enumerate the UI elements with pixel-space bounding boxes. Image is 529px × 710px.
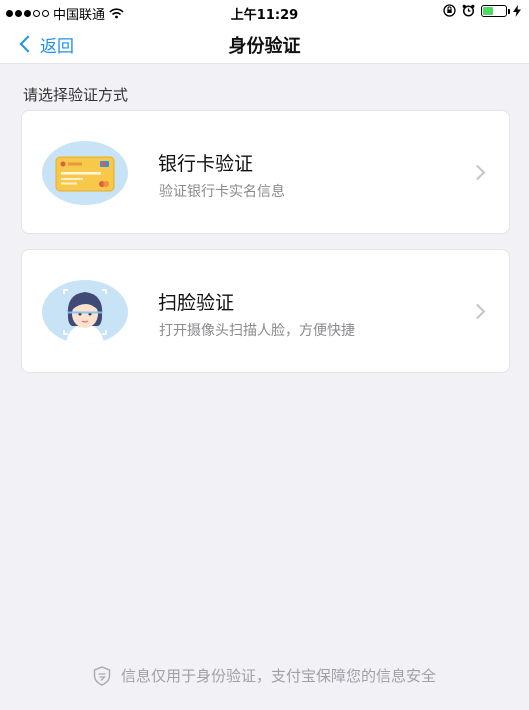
bank-card-icon bbox=[42, 141, 128, 205]
rotation-lock-icon bbox=[443, 4, 456, 17]
option-subtitle: 验证银行卡实名信息 bbox=[159, 184, 285, 200]
security-footer: 信息仅用于身份验证，支付宝保障您的信息安全 bbox=[0, 665, 529, 686]
section-label: 请选择验证方式 bbox=[23, 86, 129, 104]
nav-bar: 返回 身份验证 bbox=[0, 24, 529, 64]
footer-text: 信息仅用于身份验证，支付宝保障您的信息安全 bbox=[120, 667, 436, 685]
option-title: 扫脸验证 bbox=[158, 292, 235, 314]
status-bar: 中国联通 上午11:29 bbox=[0, 0, 529, 24]
charging-bolt-icon bbox=[513, 4, 521, 17]
alarm-clock-icon bbox=[462, 4, 475, 17]
option-title: 银行卡验证 bbox=[158, 153, 254, 175]
page-title: 身份验证 bbox=[228, 36, 301, 57]
status-right bbox=[443, 4, 521, 17]
battery-icon bbox=[481, 4, 510, 17]
face-scan-verification-option[interactable]: 扫脸验证 打开摄像头扫描人脸，方便快捷 bbox=[21, 249, 510, 373]
face-scan-icon bbox=[42, 280, 128, 344]
option-subtitle: 打开摄像头扫描人脸，方便快捷 bbox=[159, 323, 355, 339]
bank-card-verification-option[interactable]: 银行卡验证 验证银行卡实名信息 bbox=[21, 110, 510, 234]
chevron-right-icon bbox=[469, 303, 486, 320]
chevron-right-icon bbox=[469, 164, 486, 181]
shield-icon bbox=[93, 665, 111, 686]
battery-level bbox=[483, 6, 493, 15]
